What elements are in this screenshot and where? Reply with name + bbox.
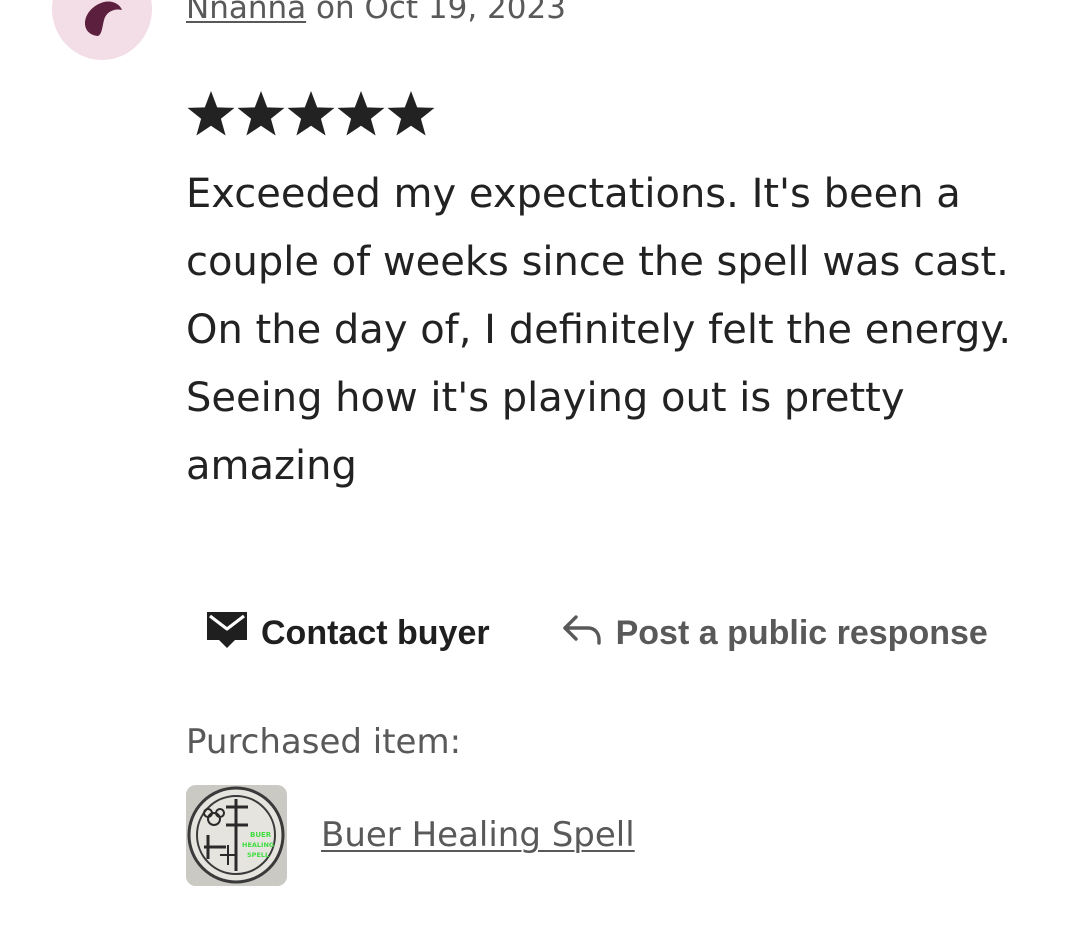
purchased-item-thumbnail[interactable]: BUER HEALING SPELL <box>186 785 287 886</box>
avatar[interactable] <box>52 0 152 60</box>
review-actions: Contact buyer Post a public response <box>205 605 988 661</box>
purchased-item-label: Purchased item: <box>186 722 462 762</box>
svg-text:HEALING: HEALING <box>242 841 274 849</box>
star-icon <box>387 91 435 136</box>
contact-buyer-label: Contact buyer <box>261 613 490 652</box>
reviewer-name-link[interactable]: Nnanna <box>186 0 306 26</box>
star-icon <box>187 91 235 136</box>
post-public-response-label: Post a public response <box>615 613 988 652</box>
review-meta: Nnanna on Oct 19, 2023 <box>186 0 566 28</box>
star-icon <box>337 91 385 136</box>
contact-buyer-button[interactable]: Contact buyer <box>205 608 490 659</box>
purchased-item-link[interactable]: Buer Healing Spell <box>321 812 635 858</box>
svg-text:BUER: BUER <box>250 831 272 839</box>
sigil-image: BUER HEALING SPELL <box>186 785 287 886</box>
envelope-icon <box>205 608 249 659</box>
star-rating <box>186 88 436 140</box>
post-public-response-button[interactable]: Post a public response <box>560 612 988 655</box>
star-icon <box>237 91 285 136</box>
review-text: Exceeded my expectations. It's been a co… <box>186 171 1012 489</box>
star-icon <box>287 91 335 136</box>
reply-arrow-icon <box>560 612 604 655</box>
review-date: on Oct 19, 2023 <box>306 0 566 26</box>
svg-text:SPELL: SPELL <box>247 851 269 859</box>
avatar-glyph-icon <box>85 1 122 36</box>
